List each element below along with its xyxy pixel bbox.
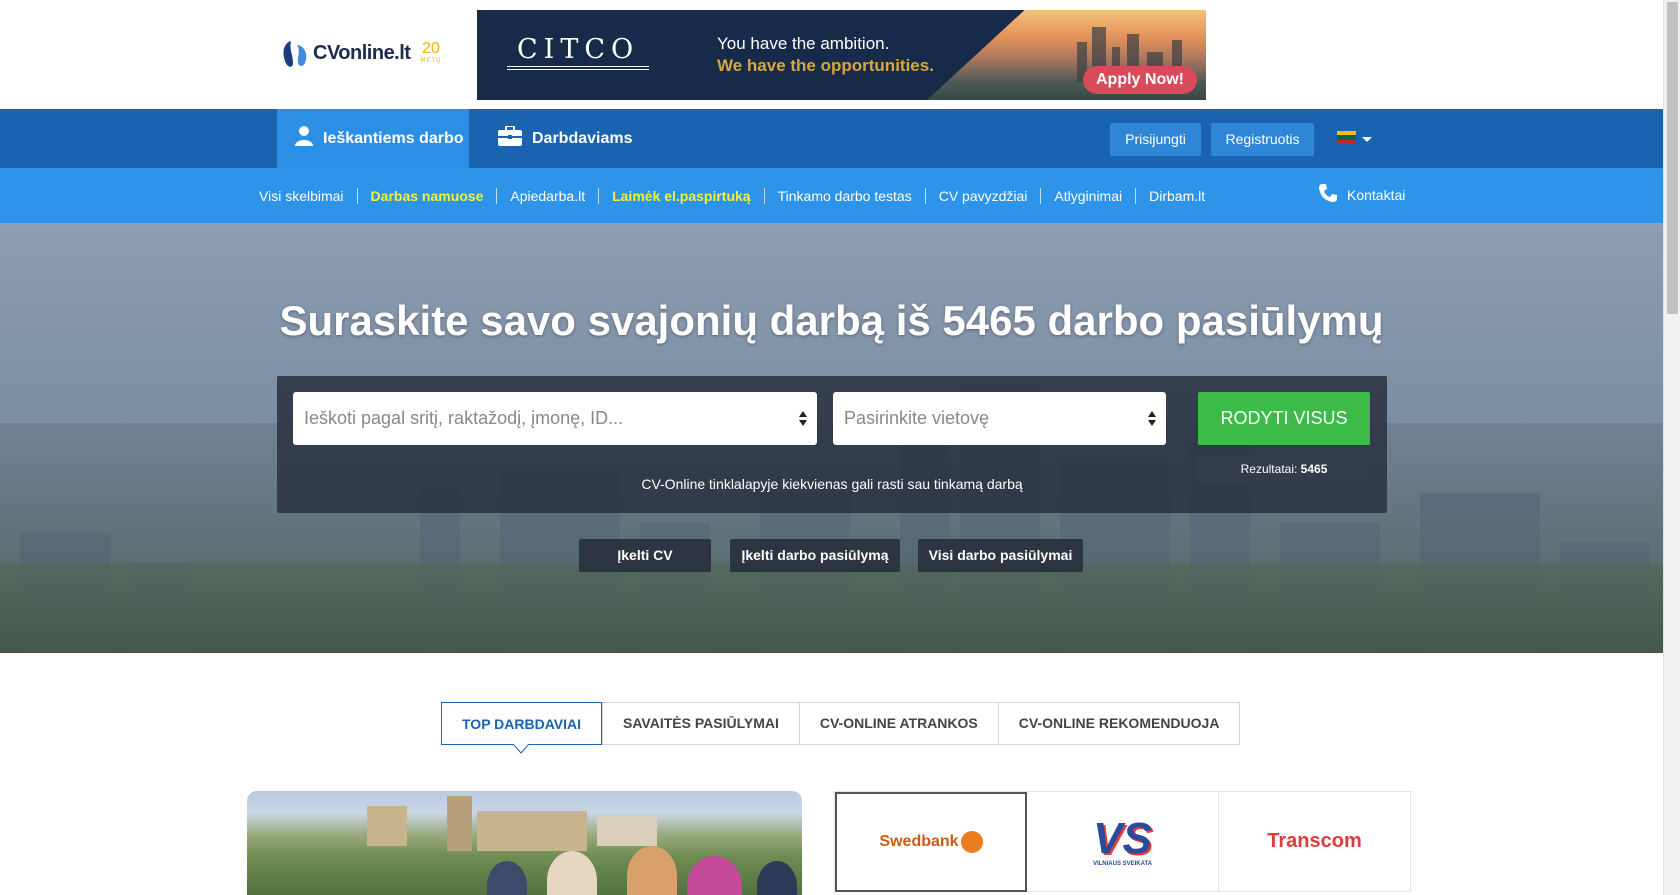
subnav-link-win-scooter[interactable]: Laimėk el.paspirtuką	[598, 187, 764, 204]
tab-cv-online-recommends[interactable]: CV-ONLINE REKOMENDUOJA	[997, 703, 1240, 744]
subnav-link-apiedarba[interactable]: Apiedarba.lt	[496, 187, 598, 204]
logo-text: CVonline.lt	[313, 41, 411, 64]
subnav-link-dirbam[interactable]: Dirbam.lt	[1135, 187, 1218, 204]
transcom-logo-text: Transcom	[1267, 830, 1362, 852]
page-scrollbar[interactable]	[1663, 0, 1680, 895]
briefcase-icon	[498, 125, 522, 151]
subnav-link-all-ads[interactable]: Visi skelbimai	[259, 188, 357, 204]
tab-job-seekers[interactable]: Ieškantiems darbo	[277, 109, 469, 168]
language-dropdown-caret-icon[interactable]	[1362, 137, 1372, 142]
employer-logo-transcom[interactable]: Transcom	[1219, 792, 1411, 892]
ad-brand-underline	[507, 66, 649, 70]
keyword-search-select[interactable]: Ieškoti pagal sritį, raktažodį, įmonę, I…	[293, 392, 817, 445]
site-logo[interactable]: CVonline.lt 20 METŲ	[279, 36, 442, 70]
active-tab-pointer-icon	[513, 744, 529, 754]
lithuania-flag-icon[interactable]	[1337, 131, 1356, 144]
subnav-link-cv-examples[interactable]: CV pavyzdžiai	[924, 187, 1041, 204]
logo-anniversary: 20 METŲ	[420, 41, 441, 65]
vs-logo-subtext: VILNIAUS SVEIKATA	[1092, 860, 1153, 867]
subnav-link-salaries[interactable]: Atlyginimai	[1040, 187, 1135, 204]
select-arrows-icon	[799, 411, 807, 427]
featured-photo	[247, 791, 802, 895]
tab-employers[interactable]: Darbdaviams	[498, 109, 633, 168]
vs-logo-text: VS	[1093, 813, 1152, 863]
sub-nav: Visi skelbimai Darbas namuose Apiedarba.…	[0, 168, 1663, 223]
employer-logos-grid: Swedbank VS VILNIAUS SVEIKATA Transcom	[834, 791, 1412, 895]
tab-employers-label: Darbdaviams	[532, 129, 633, 147]
contacts-label: Kontaktai	[1347, 186, 1406, 203]
search-panel: Ieškoti pagal sritį, raktažodį, įmonę, I…	[277, 376, 1387, 513]
user-icon	[295, 126, 313, 151]
employer-logo-swedbank[interactable]: Swedbank	[835, 792, 1027, 892]
ad-banner[interactable]: CITCO You have the ambition. We have the…	[477, 10, 1206, 100]
hero-title: Suraskite savo svajonių darbą iš 5465 da…	[279, 297, 1384, 344]
contacts-link[interactable]: Kontaktai	[1318, 183, 1405, 206]
tab-top-employers[interactable]: TOP DARBDAVIAI	[441, 702, 603, 745]
employer-tabs: TOP DARBDAVIAI SAVAITĖS PASIŪLYMAI CV-ON…	[441, 702, 1241, 745]
ad-brand: CITCO	[517, 34, 640, 65]
logo-years-label: METŲ	[420, 57, 442, 64]
ad-line-2: We have the opportunities.	[717, 56, 934, 75]
upload-job-offer-button[interactable]: Įkelti darbo pasiūlymą	[730, 539, 900, 572]
ad-apply-button[interactable]: Apply Now!	[1083, 66, 1197, 94]
page: CVonline.lt 20 METŲ CITCO You have the a…	[0, 0, 1663, 895]
swedbank-logo-text: Swedbank	[879, 833, 959, 850]
results-count: 5465	[1300, 462, 1328, 476]
tab-cv-online-selections[interactable]: CV-ONLINE ATRANKOS	[798, 703, 998, 744]
subnav-link-work-from-home[interactable]: Darbas namuose	[356, 187, 497, 204]
hero-section: Suraskite savo svajonių darbą iš 5465 da…	[0, 223, 1663, 653]
cvonline-logo-icon	[279, 37, 311, 69]
phone-icon	[1318, 183, 1338, 206]
location-select[interactable]: Pasirinkite vietovę	[833, 392, 1166, 445]
keyword-search-placeholder: Ieškoti pagal sritį, raktažodį, įmonę, I…	[304, 408, 624, 428]
upload-cv-button[interactable]: Įkelti CV	[579, 539, 711, 572]
tab-job-seekers-label: Ieškantiems darbo	[323, 129, 464, 147]
ad-line-1: You have the ambition.	[717, 34, 890, 53]
employer-logo-vilniaus-sveikata[interactable]: VS VILNIAUS SVEIKATA	[1027, 792, 1219, 892]
swedbank-oak-icon	[960, 831, 983, 853]
search-tagline: CV-Online tinklalapyje kiekvienas gali r…	[641, 476, 1023, 492]
top-header: CVonline.lt 20 METŲ CITCO You have the a…	[0, 0, 1663, 109]
all-job-offers-button[interactable]: Visi darbo pasiūlymai	[918, 539, 1083, 572]
main-nav: Ieškantiems darbo Darbdaviams	[0, 109, 1663, 168]
show-all-button[interactable]: RODYTI VISUS	[1198, 392, 1370, 445]
sub-nav-links: Visi skelbimai Darbas namuose Apiedarba.…	[259, 168, 1218, 223]
results-label: Rezultatai:	[1240, 462, 1298, 476]
register-button[interactable]: Registruotis	[1211, 123, 1314, 156]
select-arrows-icon	[1148, 411, 1156, 427]
scrollbar-thumb[interactable]	[1667, 2, 1678, 314]
login-button[interactable]: Prisijungti	[1110, 123, 1201, 156]
location-placeholder: Pasirinkite vietovę	[844, 408, 990, 428]
subnav-link-job-test[interactable]: Tinkamo darbo testas	[763, 187, 925, 204]
logo-years-number: 20	[422, 40, 440, 57]
tab-weekly-offers[interactable]: SAVAITĖS PASIŪLYMAI	[602, 703, 799, 744]
